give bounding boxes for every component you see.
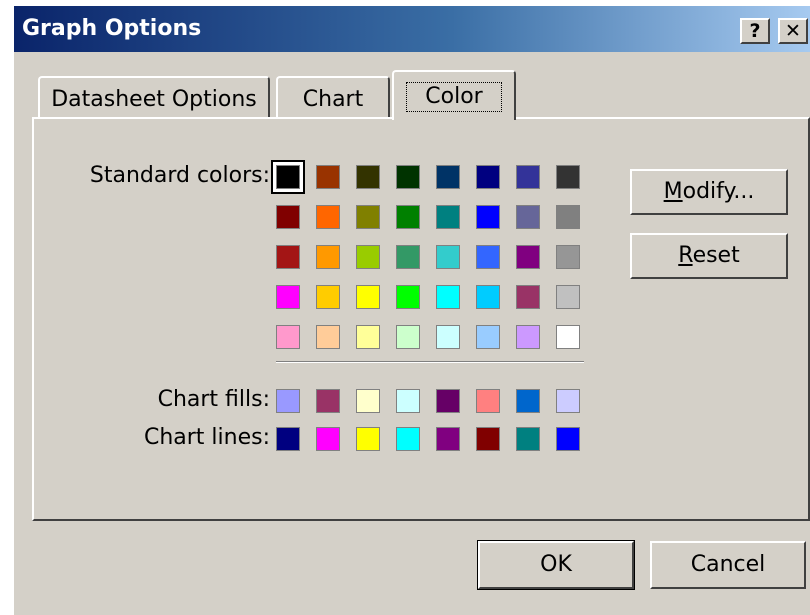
chart-line-swatch[interactable] <box>516 427 540 451</box>
cancel-button[interactable]: Cancel <box>650 541 806 589</box>
standard-color-swatch[interactable] <box>516 245 540 269</box>
chart-fill-swatch[interactable] <box>436 389 460 413</box>
chart-fill-swatch[interactable] <box>276 389 300 413</box>
tab-label: Color <box>406 82 502 112</box>
standard-color-swatch[interactable] <box>356 325 380 349</box>
standard-color-swatch[interactable] <box>436 245 460 269</box>
chart-fill-swatch[interactable] <box>316 389 340 413</box>
standard-color-swatch[interactable] <box>516 285 540 309</box>
standard-color-swatch[interactable] <box>556 165 580 189</box>
standard-color-swatch[interactable] <box>396 205 420 229</box>
chart-fill-swatch[interactable] <box>356 389 380 413</box>
color-tab-panel: Standard colors: Chart fills: Chart line… <box>32 117 810 521</box>
standard-color-swatch[interactable] <box>436 285 460 309</box>
standard-color-swatch[interactable] <box>316 245 340 269</box>
standard-color-swatch[interactable] <box>476 245 500 269</box>
standard-color-swatch[interactable] <box>276 245 300 269</box>
close-button[interactable]: ✕ <box>778 18 808 44</box>
standard-color-swatch[interactable] <box>436 165 460 189</box>
standard-color-swatch[interactable] <box>276 205 300 229</box>
chart-line-swatch[interactable] <box>356 427 380 451</box>
standard-color-swatch[interactable] <box>356 245 380 269</box>
standard-colors-label: Standard colors: <box>89 163 270 188</box>
standard-color-swatch[interactable] <box>556 325 580 349</box>
chart-fill-swatch[interactable] <box>396 389 420 413</box>
standard-color-swatch[interactable] <box>516 205 540 229</box>
cancel-label: Cancel <box>690 552 766 577</box>
standard-color-swatch[interactable] <box>436 325 460 349</box>
chart-fill-swatch[interactable] <box>556 389 580 413</box>
title-bar[interactable]: Graph Options ? ✕ <box>14 6 810 52</box>
standard-color-swatch[interactable] <box>396 245 420 269</box>
standard-color-swatch[interactable] <box>316 165 340 189</box>
graph-options-dialog: Graph Options ? ✕ Datasheet Options Char… <box>14 6 810 615</box>
chart-fill-swatch[interactable] <box>476 389 500 413</box>
help-button[interactable]: ? <box>740 18 770 44</box>
ok-label: OK <box>540 552 572 577</box>
separator-highlight <box>276 362 584 363</box>
standard-color-swatch[interactable] <box>271 160 305 194</box>
chart-line-swatch[interactable] <box>276 427 300 451</box>
reset-button[interactable]: Reset <box>630 233 788 279</box>
standard-color-swatch[interactable] <box>556 245 580 269</box>
chart-line-swatch[interactable] <box>556 427 580 451</box>
standard-color-swatch[interactable] <box>356 165 380 189</box>
standard-color-swatch[interactable] <box>396 285 420 309</box>
standard-color-swatch[interactable] <box>516 165 540 189</box>
tab-label: Datasheet Options <box>51 87 257 112</box>
reset-mnemonic: R <box>678 243 693 268</box>
chart-lines-label: Chart lines: <box>143 425 270 450</box>
close-icon: ✕ <box>785 20 801 42</box>
standard-color-swatch[interactable] <box>516 325 540 349</box>
standard-color-swatch[interactable] <box>556 205 580 229</box>
chart-fill-swatch[interactable] <box>516 389 540 413</box>
chart-line-swatch[interactable] <box>436 427 460 451</box>
reset-label: eset <box>692 243 740 268</box>
tab-datasheet-options[interactable]: Datasheet Options <box>38 76 270 119</box>
help-icon: ? <box>749 20 761 42</box>
chart-fills-label: Chart fills: <box>157 387 270 412</box>
standard-color-swatch[interactable] <box>476 205 500 229</box>
standard-color-swatch[interactable] <box>276 325 300 349</box>
standard-color-swatch[interactable] <box>316 285 340 309</box>
tab-chart[interactable]: Chart <box>276 76 390 119</box>
modify-label: odify... <box>682 179 755 204</box>
standard-color-swatch[interactable] <box>556 285 580 309</box>
tab-label: Chart <box>302 87 364 112</box>
modify-button[interactable]: Modify... <box>630 169 788 215</box>
standard-color-swatch[interactable] <box>476 165 500 189</box>
chart-line-swatch[interactable] <box>316 427 340 451</box>
standard-color-swatch[interactable] <box>396 165 420 189</box>
standard-color-swatch[interactable] <box>356 205 380 229</box>
window-title: Graph Options <box>22 16 202 41</box>
tab-color[interactable]: Color <box>392 70 516 120</box>
standard-color-swatch[interactable] <box>396 325 420 349</box>
chart-line-swatch[interactable] <box>476 427 500 451</box>
chart-line-swatch[interactable] <box>396 427 420 451</box>
standard-color-swatch[interactable] <box>316 205 340 229</box>
standard-color-swatch[interactable] <box>316 325 340 349</box>
ok-button[interactable]: OK <box>477 540 635 590</box>
standard-color-swatch[interactable] <box>436 205 460 229</box>
modify-mnemonic: M <box>663 179 683 204</box>
standard-color-swatch[interactable] <box>476 325 500 349</box>
standard-color-swatch[interactable] <box>276 285 300 309</box>
standard-color-swatch[interactable] <box>356 285 380 309</box>
standard-color-swatch[interactable] <box>476 285 500 309</box>
